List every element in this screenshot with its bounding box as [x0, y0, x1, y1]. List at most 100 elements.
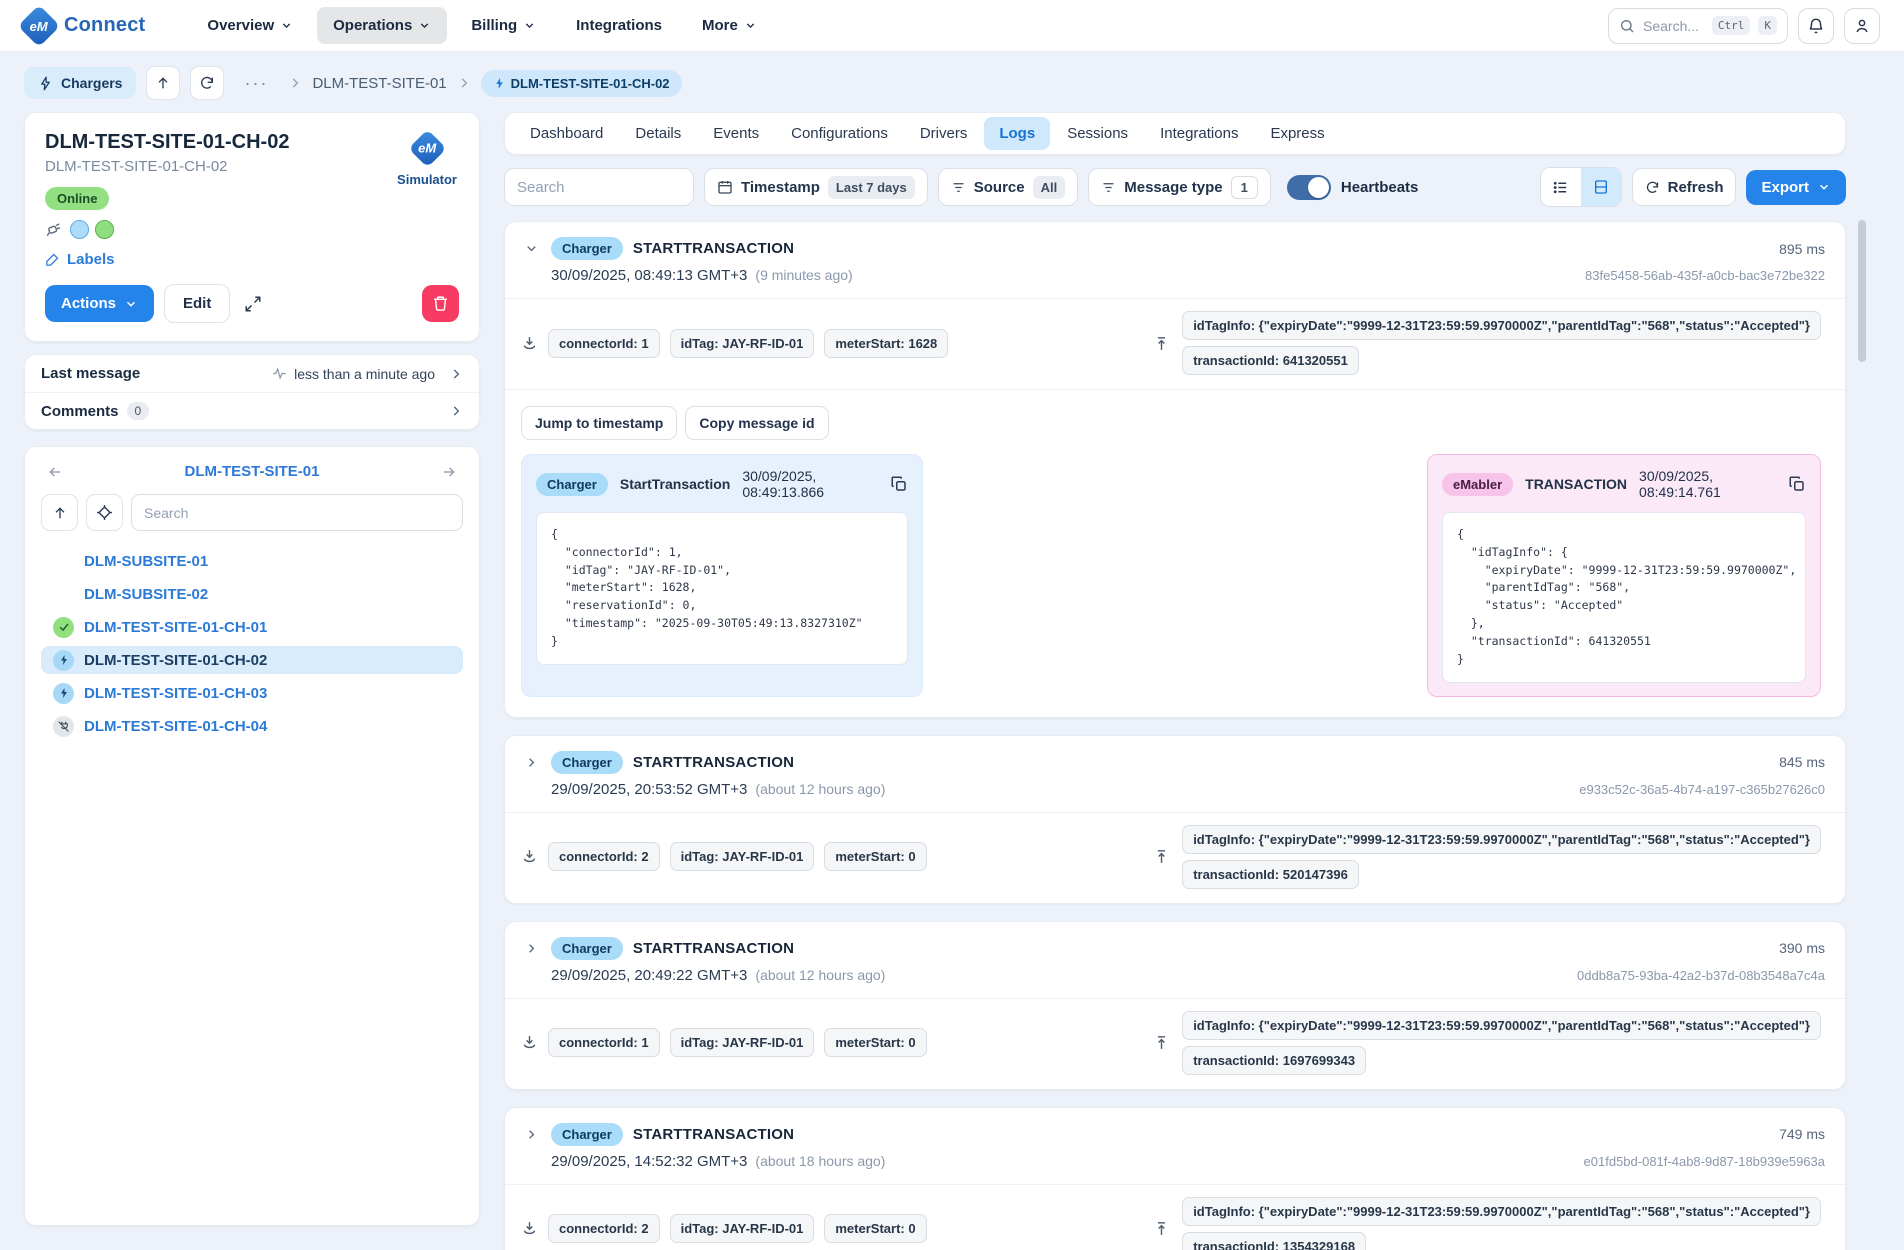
global-search-input[interactable]: Search... Ctrl K [1608, 8, 1788, 44]
connector-1-status-dot[interactable] [70, 220, 89, 239]
log-scrollbar[interactable] [1858, 220, 1866, 362]
comments-row[interactable]: Comments 0 [25, 392, 479, 429]
source-filter-button[interactable]: Source All [938, 168, 1078, 206]
profile-button[interactable] [1844, 8, 1880, 44]
log-entry: ChargerSTARTTRANSACTION390 ms29/09/2025,… [504, 921, 1846, 1090]
log-relative-time: (about 12 hours ago) [755, 967, 885, 983]
last-message-row[interactable]: Last message less than a minute ago [25, 355, 479, 392]
timestamp-filter-label: Timestamp [741, 179, 820, 196]
nav-item-billing[interactable]: Billing [455, 7, 552, 44]
expand-entry-chevron[interactable] [521, 1127, 541, 1142]
trash-icon [432, 295, 449, 312]
copy-icon[interactable] [1788, 475, 1806, 493]
heartbeats-toggle[interactable] [1287, 175, 1331, 200]
tree-indent-spacer [53, 551, 74, 572]
log-source-badge: Charger [551, 751, 623, 774]
emabler-logo-icon: eM [408, 129, 446, 167]
refresh-label: Refresh [1668, 179, 1724, 196]
chargers-button[interactable]: Chargers [24, 67, 136, 99]
tree-up-button[interactable] [41, 494, 78, 531]
tree-item-dlm-test-site-01-ch-01[interactable]: DLM-TEST-SITE-01-CH-01 [41, 613, 463, 641]
tab-configurations[interactable]: Configurations [776, 117, 903, 150]
tree-locate-button[interactable] [86, 494, 123, 531]
tab-dashboard[interactable]: Dashboard [515, 117, 618, 150]
chevron-right-icon [449, 404, 463, 418]
charging-plug-icon [45, 220, 64, 239]
refresh-icon [199, 75, 215, 91]
tree-site-title[interactable]: DLM-TEST-SITE-01 [69, 463, 435, 480]
log-timestamp: 30/09/2025, 08:49:13 GMT+3 [551, 267, 747, 284]
tab-sessions[interactable]: Sessions [1052, 117, 1143, 150]
message-type-filter-button[interactable]: Message type 1 [1088, 168, 1271, 206]
tree-item-label: DLM-TEST-SITE-01-CH-02 [84, 652, 267, 669]
breadcrumb: Chargers ··· DLM-TEST-SITE-01 DLM-TEST-S… [0, 52, 1904, 112]
tab-events[interactable]: Events [698, 117, 774, 150]
actions-button[interactable]: Actions [45, 285, 154, 322]
tree-next-arrow[interactable] [435, 464, 463, 480]
refresh-logs-button[interactable]: Refresh [1632, 168, 1737, 206]
fullscreen-button[interactable] [240, 291, 266, 317]
top-navbar: eM Connect Overview OperationsBillingInte… [0, 0, 1904, 52]
site-tree-list: DLM-SUBSITE-01 DLM-SUBSITE-02 DLM-TEST-SIT… [41, 547, 463, 740]
refresh-crumb-button[interactable] [190, 66, 224, 100]
breadcrumb-site-link[interactable]: DLM-TEST-SITE-01 [312, 75, 446, 92]
actions-label: Actions [61, 295, 116, 312]
heartbeats-label: Heartbeats [1341, 179, 1419, 196]
log-message-type: STARTTRANSACTION [633, 940, 794, 957]
request-chip: meterStart: 0 [824, 842, 926, 871]
request-message-panel: ChargerStartTransaction30/09/2025, 08:49… [521, 454, 923, 697]
tab-drivers[interactable]: Drivers [905, 117, 983, 150]
activity-pulse-icon [272, 366, 287, 381]
vendor-label: Simulator [397, 172, 457, 187]
jump-to-timestamp-button[interactable]: Jump to timestamp [521, 406, 677, 440]
charger-charging-icon [53, 683, 74, 704]
log-entry: ChargerSTARTTRANSACTION749 ms29/09/2025,… [504, 1107, 1846, 1250]
tree-item-dlm-test-site-01-ch-03[interactable]: DLM-TEST-SITE-01-CH-03 [41, 679, 463, 707]
notifications-button[interactable] [1798, 8, 1834, 44]
breadcrumb-more-button[interactable]: ··· [244, 73, 268, 94]
copy-icon[interactable] [890, 475, 908, 493]
tab-details[interactable]: Details [620, 117, 696, 150]
nav-item-label: Overview [207, 17, 274, 34]
tab-integrations[interactable]: Integrations [1145, 117, 1253, 150]
breadcrumb-charger-chip[interactable]: DLM-TEST-SITE-01-CH-02 [481, 70, 682, 97]
split-view-button[interactable] [1581, 168, 1621, 206]
copy-message-id-button[interactable]: Copy message id [685, 406, 828, 440]
chevron-right-icon [457, 76, 471, 90]
request-chip: idTag: JAY-RF-ID-01 [670, 329, 815, 358]
tree-item-dlm-subsite-02[interactable]: DLM-SUBSITE-02 [41, 580, 463, 608]
tree-item-label: DLM-TEST-SITE-01-CH-03 [84, 685, 267, 702]
expand-entry-chevron[interactable] [521, 755, 541, 770]
request-arrow-icon [521, 1034, 538, 1051]
nav-item-operations[interactable]: Operations [317, 7, 447, 44]
tab-logs[interactable]: Logs [984, 117, 1050, 150]
edit-button[interactable]: Edit [164, 284, 230, 323]
expand-entry-chevron[interactable] [521, 941, 541, 956]
tree-item-dlm-test-site-01-ch-04[interactable]: DLM-TEST-SITE-01-CH-04 [41, 712, 463, 740]
delete-button[interactable] [422, 285, 459, 322]
collapse-up-button[interactable] [146, 66, 180, 100]
tree-item-dlm-test-site-01-ch-02[interactable]: DLM-TEST-SITE-01-CH-02 [41, 646, 463, 674]
nav-item-more[interactable]: More [686, 7, 773, 44]
labels-link[interactable]: Labels [45, 251, 459, 268]
nav-item-overview[interactable]: Overview [191, 7, 309, 44]
response-json-block: { "idTagInfo": { "expiryDate": "9999-12-… [1442, 512, 1806, 683]
tab-express[interactable]: Express [1255, 117, 1339, 150]
log-source-badge: Charger [551, 237, 623, 260]
export-button[interactable]: Export [1746, 170, 1846, 205]
log-search-input[interactable] [504, 168, 694, 206]
response-message-panel: eMablerTRANSACTION30/09/2025, 08:49:14.7… [1427, 454, 1821, 697]
tree-item-dlm-subsite-01[interactable]: DLM-SUBSITE-01 [41, 547, 463, 575]
tree-search-input[interactable] [131, 494, 463, 531]
tree-prev-arrow[interactable] [41, 464, 69, 480]
brand[interactable]: eM Connect [24, 11, 145, 41]
nav-item-integrations[interactable]: Integrations [560, 7, 678, 44]
chevron-down-icon [124, 297, 138, 311]
summary-card: Last message less than a minute ago Comm… [24, 354, 480, 430]
arrow-up-icon [52, 505, 68, 521]
connector-2-status-dot[interactable] [95, 220, 114, 239]
locate-crosshair-icon [96, 504, 113, 521]
timestamp-filter-button[interactable]: Timestamp Last 7 days [704, 168, 928, 206]
collapse-entry-chevron[interactable] [521, 241, 541, 256]
list-view-button[interactable] [1541, 168, 1581, 206]
